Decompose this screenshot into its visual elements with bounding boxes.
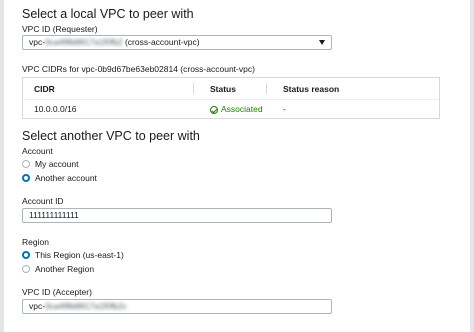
radio-label: This Region (us-east-1) (35, 250, 124, 260)
accepter-vpc-label: VPC ID (Accepter) (22, 287, 92, 297)
accepter-vpc-id-redacted: 0ca4f8b8817a1f0fb2c (45, 301, 127, 311)
table-row: 10.0.0.0/16 Associated - (23, 99, 439, 119)
requester-vpc-prefix: vpc- (29, 37, 46, 47)
column-separator (193, 83, 194, 94)
frame-right-border (470, 0, 474, 332)
other-vpc-heading: Select another VPC to peer with (22, 129, 200, 143)
status-badge: Associated (210, 104, 263, 114)
account-id-label: Account ID (22, 196, 64, 206)
radio-label: Another account (35, 173, 97, 183)
requester-vpc-label: VPC ID (Requester) (22, 24, 98, 34)
requester-vpc-select[interactable]: vpc-0ca4f8b8817a1f0fb2 (cross-account-vp… (22, 35, 332, 50)
radio-button-selected[interactable] (22, 174, 30, 182)
radio-button-selected[interactable] (22, 251, 30, 259)
cidr-table-caption: VPC CIDRs for vpc-0b9d67be63eb02814 (cro… (22, 64, 255, 74)
status-reason-value: - (283, 104, 286, 114)
col-header-status: Status (210, 84, 236, 94)
radio-label: Another Region (35, 264, 95, 274)
accepter-vpc-input[interactable]: vpc-0ca4f8b8817a1f0fb2c (22, 299, 332, 314)
check-circle-icon (210, 106, 218, 114)
account-label: Account (22, 146, 53, 156)
region-label: Region (22, 237, 49, 247)
col-header-status-reason: Status reason (283, 84, 340, 94)
cidr-table: CIDR Status Status reason 10.0.0.0/16 As… (22, 77, 440, 119)
cidr-value: 10.0.0.0/16 (34, 104, 77, 114)
account-id-input[interactable]: 111111111111 (22, 208, 332, 223)
accepter-vpc-prefix: vpc- (29, 301, 46, 311)
requester-vpc-id-redacted: 0ca4f8b8817a1f0fb2 (45, 37, 123, 47)
radio-button[interactable] (22, 265, 30, 273)
frame-left-border (0, 0, 4, 332)
radio-button[interactable] (22, 160, 30, 168)
requester-vpc-name: (cross-account-vpc) (124, 37, 200, 47)
cidr-table-header: CIDR Status Status reason (23, 78, 439, 100)
local-vpc-heading: Select a local VPC to peer with (22, 7, 194, 21)
radio-label: My account (35, 159, 79, 169)
status-text: Associated (221, 104, 263, 114)
col-header-cidr: CIDR (34, 84, 55, 94)
caret-down-icon (319, 40, 325, 45)
column-separator (266, 83, 267, 94)
